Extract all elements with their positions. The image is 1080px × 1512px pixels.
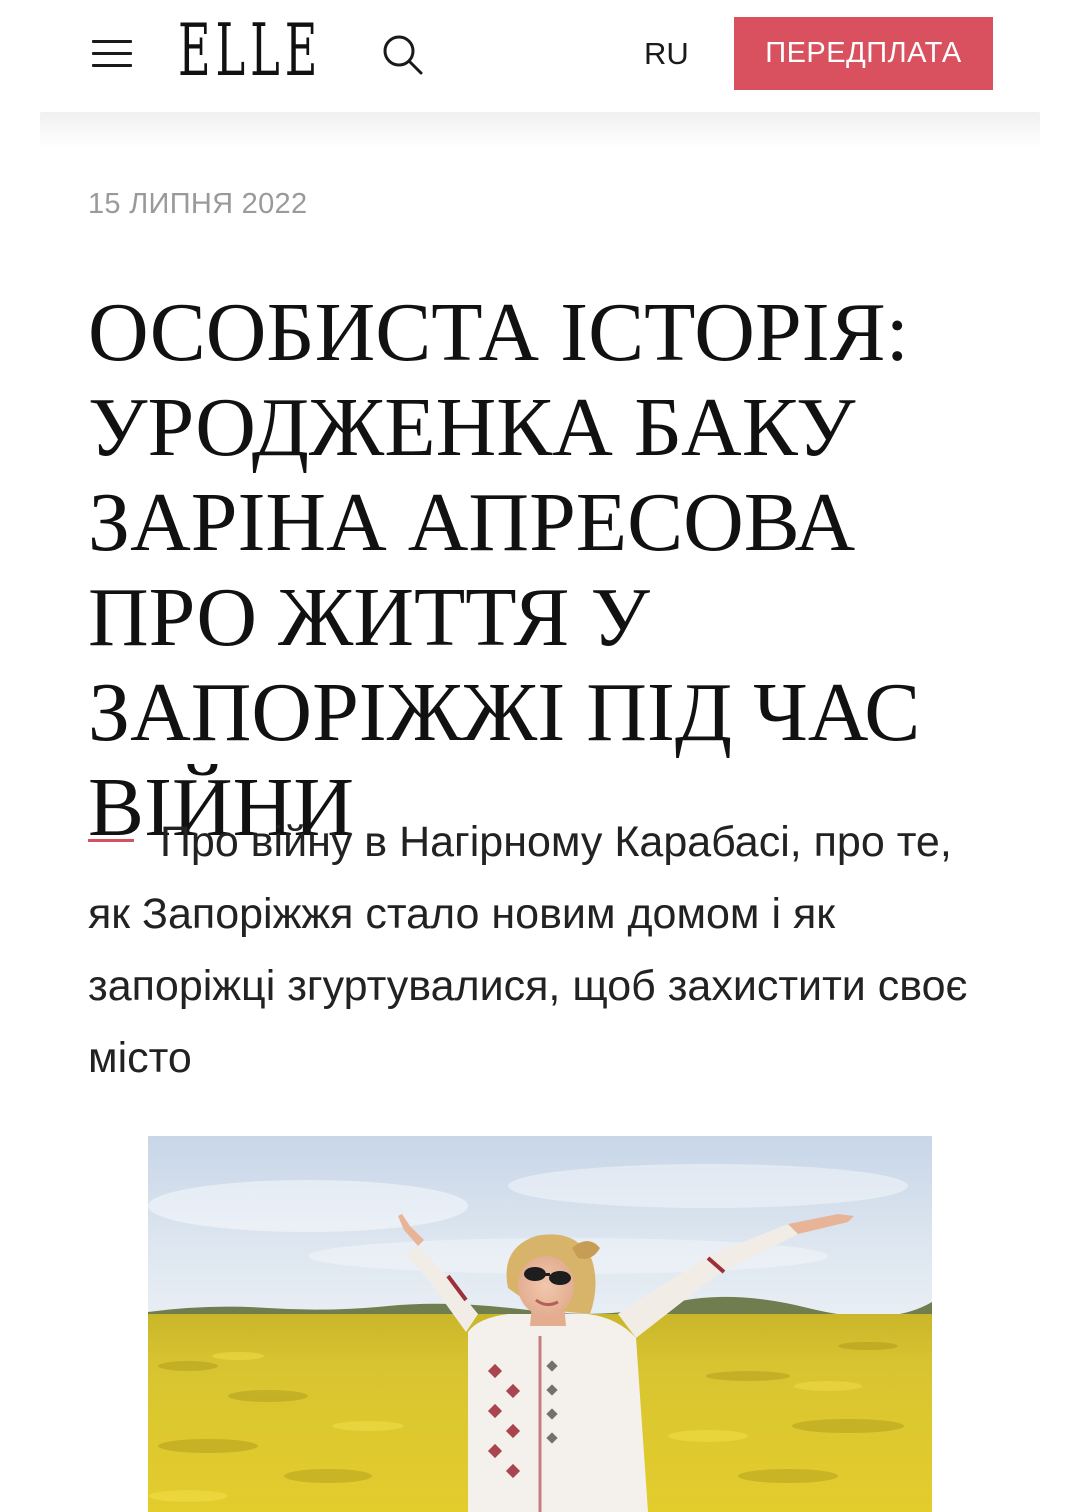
site-header: ELLE RU ПЕРЕДПЛАТА	[0, 0, 1080, 110]
elle-logo[interactable]: ELLE	[178, 10, 322, 90]
article-lead-text: Про війну в Нагірному Карабасі, про те, …	[88, 818, 968, 1082]
language-switch[interactable]: RU	[644, 34, 689, 74]
article-hero-image	[148, 1136, 932, 1512]
subscribe-button[interactable]: ПЕРЕДПЛАТА	[734, 17, 993, 90]
search-icon[interactable]	[380, 32, 426, 78]
article-lead: Про війну в Нагірному Карабасі, про те, …	[88, 806, 988, 1094]
menu-line	[92, 40, 132, 43]
menu-line	[92, 64, 132, 67]
lead-dash	[88, 839, 134, 843]
header-shadow	[40, 112, 1040, 148]
hamburger-menu-icon[interactable]	[92, 38, 132, 68]
menu-line	[92, 52, 132, 55]
article-date: 15 ЛИПНЯ 2022	[88, 188, 308, 220]
article-headline: ОСОБИСТА ІСТОРІЯ: УРОДЖЕНКА БАКУ ЗАРІНА …	[88, 286, 921, 854]
